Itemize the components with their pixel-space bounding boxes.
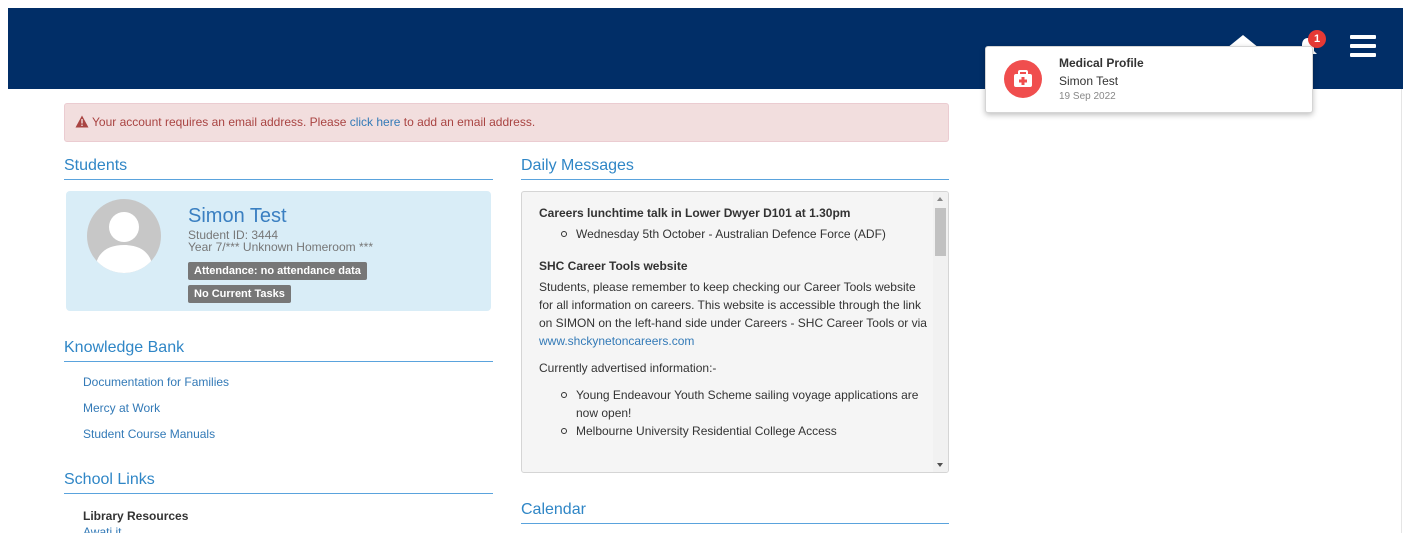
message-bullet: Wednesday 5th October - Australian Defen… [561,225,932,243]
notification-date: 19 Sep 2022 [1059,91,1116,102]
scroll-down-arrow-icon[interactable] [937,463,943,467]
student-card[interactable]: Simon Test Student ID: 3444 Year 7/*** U… [66,191,491,311]
message-text: Currently advertised information:- [539,361,717,375]
student-course-manuals-link[interactable]: Student Course Manuals [83,427,229,453]
mercy-at-work-link[interactable]: Mercy at Work [83,401,229,427]
students-heading: Students [64,157,493,180]
notification-name: Simon Test [1059,74,1119,88]
daily-messages-scrollbar[interactable] [933,192,948,472]
warning-icon [75,115,89,128]
app-window: 1 Medical Profile Simon Test 19 Sep 2022… [0,0,1403,533]
add-email-link[interactable]: click here [350,115,401,129]
knowledge-bank-links: Documentation for Families Mercy at Work… [83,375,229,453]
student-name[interactable]: Simon Test [188,205,287,228]
daily-messages-content: Careers lunchtime talk in Lower Dwyer D1… [522,192,932,472]
career-tools-link[interactable]: www.shckynetoncareers.com [539,334,694,348]
daily-messages-heading: Daily Messages [521,157,949,180]
knowledge-bank-heading: Knowledge Bank [64,339,493,362]
attendance-label: Attendance: no attendance data [188,262,367,280]
daily-messages-panel[interactable]: Careers lunchtime talk in Lower Dwyer D1… [521,191,949,473]
scrollbar-thumb[interactable] [935,208,946,256]
message-list: Wednesday 5th October - Australian Defen… [539,225,932,243]
menu-icon[interactable] [1350,35,1376,57]
alert-text-before: Your account requires an email address. … [92,115,350,129]
library-resource-link[interactable]: Awati.it [83,525,121,533]
calendar-heading: Calendar [521,501,949,524]
documentation-for-families-link[interactable]: Documentation for Families [83,375,229,401]
page-divider [1401,89,1402,533]
message-list: Young Endeavour Youth Scheme sailing voy… [539,386,932,440]
message-title: Careers lunchtime talk in Lower Dwyer D1… [539,206,851,220]
avatar [87,199,161,273]
scroll-up-arrow-icon[interactable] [937,197,943,201]
student-year: Year 7/*** Unknown Homeroom *** [188,240,373,254]
message-title: SHC Career Tools website [539,259,688,273]
email-required-alert: Your account requires an email address. … [64,103,949,142]
message-text: Students, please remember to keep checki… [539,280,927,348]
library-resources-heading: Library Resources [83,509,189,523]
medical-kit-icon [1004,60,1042,98]
message-bullet: Melbourne University Residential College… [561,422,932,440]
school-links-heading: School Links [64,471,493,494]
notification-item[interactable]: Medical Profile Simon Test 19 Sep 2022 [985,46,1313,113]
message-bullet: Young Endeavour Youth Scheme sailing voy… [561,386,932,422]
tasks-label: No Current Tasks [188,285,291,303]
notification-title: Medical Profile [1059,56,1144,70]
alert-text-after: to add an email address. [400,115,536,129]
